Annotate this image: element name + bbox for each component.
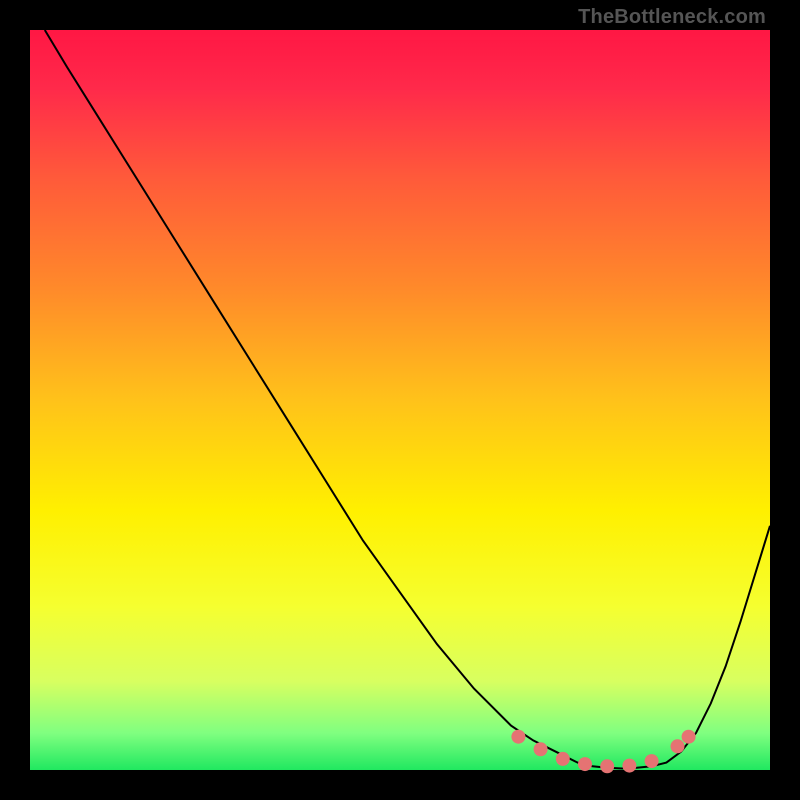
highlight-dot	[578, 757, 592, 771]
plot-area	[30, 30, 770, 770]
highlight-dot	[556, 752, 570, 766]
watermark-text: TheBottleneck.com	[578, 6, 766, 29]
highlight-dot	[622, 759, 636, 773]
highlight-dot	[645, 754, 659, 768]
highlight-dot	[682, 730, 696, 744]
chart-container: TheBottleneck.com	[0, 0, 800, 800]
highlight-markers	[511, 730, 695, 774]
bottleneck-curve	[45, 30, 770, 769]
curve-layer	[30, 30, 770, 770]
highlight-dot	[671, 739, 685, 753]
highlight-dot	[534, 742, 548, 756]
highlight-dot	[511, 730, 525, 744]
highlight-dot	[600, 759, 614, 773]
